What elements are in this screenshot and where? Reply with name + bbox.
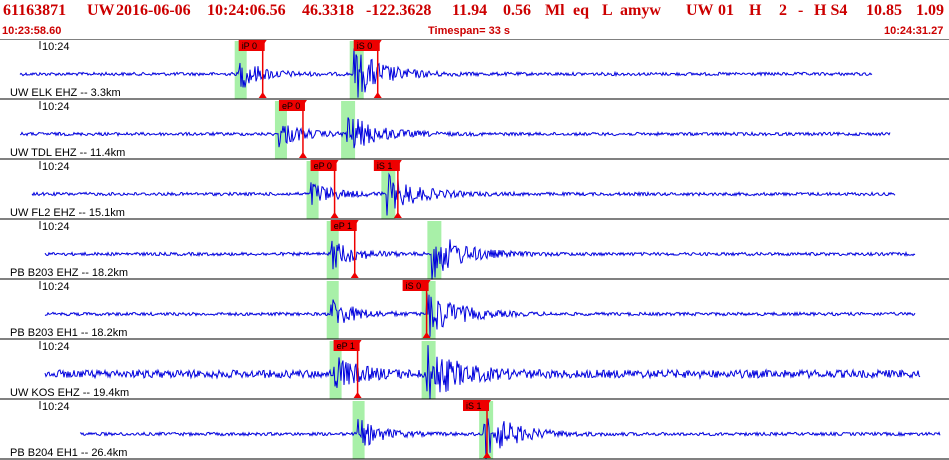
time-tick-label: 10:24 [42, 101, 70, 113]
time-tick-label: 10:24 [42, 41, 70, 53]
station-label: UW FL2 EHZ -- 15.1km [10, 207, 125, 219]
event-quality: 01 [718, 2, 734, 19]
time-tick-label: 10:24 [42, 341, 70, 353]
event-network: UW [87, 2, 115, 19]
timespan: Timespan= 33 s [428, 25, 511, 37]
time-tick-label: 10:24 [42, 281, 70, 293]
pick-marker-bottom [298, 152, 307, 158]
event-longitude: -122.3628 [366, 2, 432, 19]
pick-flag-label: eP 1 [334, 221, 352, 231]
event-latitude: 46.3318 [302, 2, 354, 19]
time-tick-label: 10:24 [42, 401, 70, 413]
event-magnitude: 0.56 [503, 2, 531, 19]
event-q4: H S4 [814, 2, 848, 19]
time-tick-label: 10:24 [42, 161, 70, 173]
seismogram-panels[interactable]: 10:24 iP 0 iS 0 UW ELK EHZ -- 3.3km 10:24 eP … [0, 39, 949, 460]
station-label: PB B204 EH1 -- 26.4km [10, 447, 127, 459]
event-summary-header: 61163871 UW 2016-06-06 10:24:06.56 46.33… [0, 0, 949, 22]
event-mag-type: Ml [545, 2, 565, 19]
end-time: 10:24:31.27 [884, 25, 944, 37]
waveform-trace [44, 293, 916, 337]
waveform-trace [31, 172, 896, 216]
pick-marker-bottom [353, 392, 362, 398]
pick-flag-label: iS 0 [406, 281, 422, 291]
pick-marker-bottom [330, 212, 339, 218]
pick-flag-label: iP 0 [242, 41, 257, 51]
event-q2: 2 [779, 2, 787, 19]
event-q3: - [798, 2, 804, 19]
waveform-trace [44, 345, 921, 399]
pick-flag-label: iS 0 [357, 41, 373, 51]
waveform-trace [44, 239, 916, 280]
station-label: UW ELK EHZ -- 3.3km [10, 87, 121, 99]
start-time: 10:23:58.60 [2, 25, 62, 37]
waveform-trace [79, 418, 941, 459]
event-time: 10:24:06.56 [207, 2, 286, 19]
pick-flag-label: eP 0 [314, 161, 332, 171]
event-q1: H [749, 2, 762, 19]
event-date: 2016-06-06 [116, 2, 191, 19]
event-author: amyw [620, 2, 661, 19]
station-label: PB B203 EH1 -- 18.2km [10, 327, 127, 339]
pick-flag-label: iS 1 [466, 401, 482, 411]
station-label: UW KOS EHZ -- 19.4km [10, 387, 129, 399]
pick-flag-label: iS 1 [377, 161, 393, 171]
pick-marker-bottom [373, 92, 382, 98]
pick-flag-label: eP 1 [337, 341, 355, 351]
event-stat1: 10.85 [866, 2, 902, 19]
pick-marker-bottom [258, 92, 267, 98]
event-net-code: UW [686, 2, 714, 19]
pick-flag-label: eP 0 [282, 101, 300, 111]
time-tick-label: 10:24 [42, 221, 70, 233]
event-type: eq [573, 2, 589, 19]
station-label: PB B203 EHZ -- 18.2km [10, 267, 128, 279]
station-label: UW TDL EHZ -- 11.4km [10, 147, 125, 159]
event-id: 61163871 [3, 2, 67, 19]
waveform-trace [19, 117, 891, 149]
pick-marker-bottom [350, 272, 359, 278]
event-stat2: 1.09 [916, 2, 944, 19]
event-depth: 11.94 [452, 2, 488, 19]
event-flag: L [602, 2, 613, 19]
waveform-trace [19, 48, 873, 98]
